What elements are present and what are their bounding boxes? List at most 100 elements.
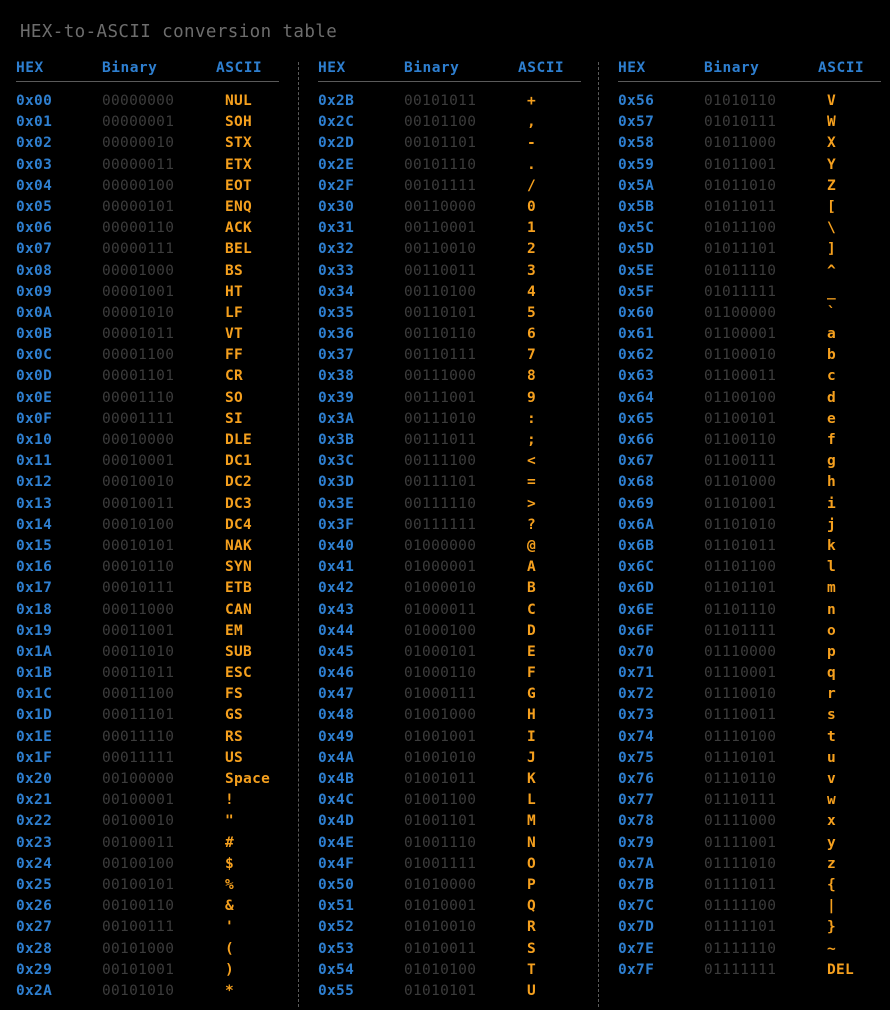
cell-binary: 01011100: [704, 220, 777, 237]
cell-binary: 01011011: [704, 198, 777, 215]
cell-binary: 01000001: [404, 559, 477, 576]
cell-ascii: k: [827, 537, 837, 554]
cell-binary: 01010010: [404, 919, 477, 936]
table-row: 0x32 00110010 2: [318, 240, 586, 261]
cell-hex: 0x23: [16, 834, 53, 851]
table-row: 0x7D 01111101}: [618, 918, 886, 939]
cell-ascii: (: [225, 940, 235, 957]
cell-binary: 01001100: [404, 792, 477, 809]
cell-binary: 00000000: [102, 93, 175, 109]
table-row: 0x53 01010011 S: [318, 940, 586, 961]
cell-hex: 0x06: [16, 220, 53, 237]
table-row: 0x5A 01011010 Z: [618, 177, 886, 198]
cell-ascii: VT: [225, 326, 244, 343]
cell-hex: 0x3D: [318, 474, 355, 491]
cell-hex: 0x6E: [618, 601, 655, 618]
cell-ascii: EOT: [225, 177, 253, 194]
table-row: 0x3C 00111100 <: [318, 452, 586, 473]
cell-hex: 0x0A: [16, 304, 53, 321]
cell-ascii: r: [827, 686, 837, 703]
cell-ascii: l: [827, 559, 837, 576]
cell-hex: 0x01: [16, 114, 53, 131]
table-row: 0x4C 01001100 L: [318, 791, 586, 812]
cell-binary: 00110101: [404, 304, 477, 321]
cell-binary: 00010111: [102, 580, 175, 597]
cell-ascii: R: [527, 919, 537, 936]
table-row: 0x47 01000111 G: [318, 685, 586, 706]
table-row: 0x17 00010111 ETB: [16, 579, 284, 600]
table-row: 0x67 01100111 g: [618, 452, 886, 473]
cell-ascii: c: [827, 368, 837, 385]
cell-binary: 01101000: [704, 474, 777, 491]
table-row: 0x09 00001001 HT: [16, 283, 284, 304]
cell-binary: 00010110: [102, 559, 175, 576]
cell-binary: 00000001: [102, 114, 175, 131]
cell-binary: 00101001: [102, 961, 175, 978]
table-row: 0x37 00110111 7: [318, 346, 586, 367]
cell-ascii: STX: [225, 135, 253, 152]
cell-hex: 0x4C: [318, 792, 355, 809]
cell-ascii: W: [827, 114, 837, 131]
table-row: 0x52 01010010 R: [318, 918, 586, 939]
cell-hex: 0x38: [318, 368, 355, 385]
table-row: 0x1E 00011110 RS: [16, 728, 284, 749]
table-row: 0x4A 01001010 J: [318, 749, 586, 770]
cell-ascii: DC2: [225, 474, 253, 491]
cell-ascii: Y: [827, 156, 837, 173]
cell-ascii: 0: [527, 198, 537, 215]
cell-ascii: ?: [527, 516, 537, 533]
cell-hex: 0x2E: [318, 156, 355, 173]
table-row: 0x7B 01111011 {: [618, 876, 886, 897]
cell-hex: 0x54: [318, 961, 355, 978]
cell-binary: 00111010: [404, 410, 477, 427]
cell-binary: 01001011: [404, 771, 477, 787]
cell-ascii: m: [827, 580, 837, 597]
cell-hex: 0x18: [16, 601, 53, 618]
cell-ascii: !: [225, 792, 235, 809]
cell-ascii: A: [527, 559, 537, 576]
cell-binary: 01111000: [704, 813, 777, 830]
cell-binary: 00000110: [102, 220, 175, 237]
column-header-binary: Binary: [404, 60, 460, 76]
cell-ascii: ENQ: [225, 198, 253, 215]
table-row: 0x6A 01101010 j: [618, 516, 886, 537]
column-header-row: HEX Binary ASCII: [318, 60, 586, 82]
cell-binary: 00001101: [102, 368, 175, 385]
cell-hex: 0x51: [318, 898, 355, 915]
cell-hex: 0x21: [16, 792, 53, 809]
cell-hex: 0x45: [318, 643, 355, 660]
cell-binary: 01000011: [404, 601, 477, 618]
cell-binary: 00010100: [102, 516, 175, 533]
table-row: 0x27 00100111 ': [16, 918, 284, 939]
column-divider: [598, 62, 599, 1007]
cell-ascii: t: [827, 728, 837, 745]
cell-ascii: f: [827, 432, 837, 448]
table-rows: 0x56 01010110 V 0x57 01010111 W 0x58 01011000 X 0…: [618, 92, 886, 982]
cell-hex: 0x6A: [618, 516, 655, 533]
cell-hex: 0x3F: [318, 516, 355, 533]
cell-binary: 01110111: [704, 792, 777, 809]
cell-ascii: @: [527, 537, 537, 554]
cell-binary: 01000000: [404, 537, 477, 554]
cell-hex: 0x39: [318, 389, 355, 406]
cell-hex: 0x7E: [618, 940, 655, 957]
cell-ascii: X: [827, 135, 837, 152]
cell-ascii: BEL: [225, 241, 253, 258]
cell-binary: 01001101: [404, 813, 477, 830]
cell-hex: 0x19: [16, 622, 53, 639]
cell-ascii: %: [225, 876, 235, 893]
table-row: 0x4F 01001111 O: [318, 855, 586, 876]
cell-hex: 0x31: [318, 220, 355, 237]
cell-ascii: q: [827, 665, 837, 682]
cell-binary: 00111100: [404, 453, 477, 470]
table-row: 0x40 01000000 @: [318, 537, 586, 558]
cell-binary: 00010101: [102, 537, 175, 554]
column-header-ascii: ASCII: [518, 60, 565, 76]
conversion-column-2: HEX Binary ASCII 0x2B 00101011 +0x2C 00101100,…: [318, 60, 586, 1003]
cell-hex: 0x66: [618, 432, 655, 448]
cell-hex: 0x05: [16, 198, 53, 215]
cell-ascii: BS: [225, 262, 244, 279]
cell-binary: 01101111: [704, 622, 777, 639]
cell-hex: 0x60: [618, 304, 655, 321]
cell-binary: 01101110: [704, 601, 777, 618]
